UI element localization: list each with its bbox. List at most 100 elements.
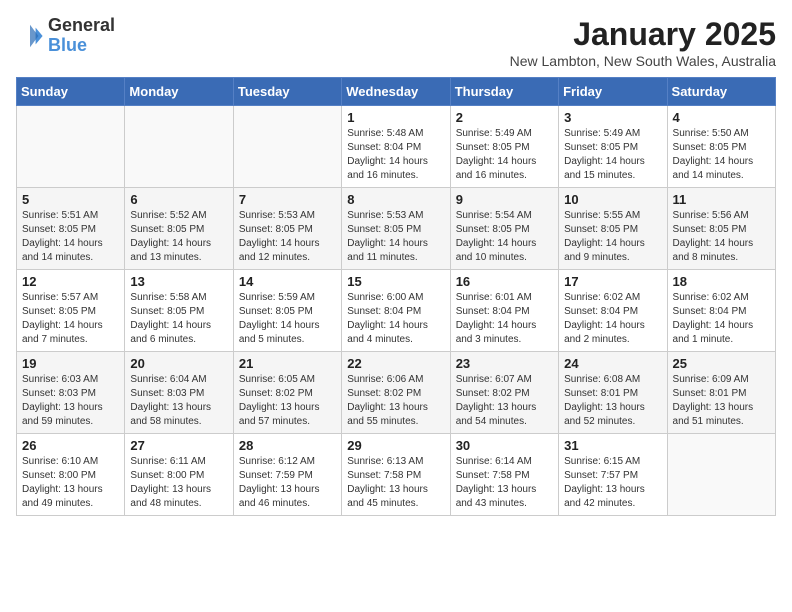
day-number: 9 [456,192,553,207]
calendar-cell: 6 Sunrise: 5:52 AM Sunset: 8:05 PM Daylig… [125,188,233,270]
calendar-cell: 3Sunrise: 5:49 AM Sunset: 8:05 PM Daylig… [559,106,667,188]
day-info: Sunrise: 6:13 AM Sunset: 7:58 PM Dayligh… [347,455,444,511]
title-block: January 2025 New Lambton, New South Wale… [510,16,776,69]
calendar-cell: 19 Sunrise: 6:03 AM Sunset: 8:03 PM Dayli… [17,352,125,434]
day-header-saturday: Saturday [667,78,775,106]
day-info: Sunrise: 5:59 AM Sunset: 8:05 PM Dayligh… [239,291,336,347]
calendar-cell: 5 Sunrise: 5:51 AM Sunset: 8:05 PM Daylig… [17,188,125,270]
day-info: Sunrise: 6:02 AM Sunset: 8:04 PM Dayligh… [673,291,770,347]
logo-icon [16,22,44,50]
day-info: Sunrise: 6:01 AM Sunset: 8:04 PM Dayligh… [456,291,553,347]
day-number: 5 [22,192,119,207]
day-number: 28 [239,438,336,453]
day-number: 6 [130,192,227,207]
calendar-header-row: SundayMondayTuesdayWednesdayThursdayFrid… [17,78,776,106]
day-header-friday: Friday [559,78,667,106]
location: New Lambton, New South Wales, Australia [510,53,776,69]
calendar-cell: 28 Sunrise: 6:12 AM Sunset: 7:59 PM Dayli… [233,434,341,516]
day-info: Sunrise: 5:54 AM Sunset: 8:05 PM Dayligh… [456,209,553,265]
calendar-cell: 2Sunrise: 5:49 AM Sunset: 8:05 PM Daylig… [450,106,558,188]
day-info: Sunrise: 6:00 AM Sunset: 8:04 PM Dayligh… [347,291,444,347]
day-number: 16 [456,274,553,289]
calendar-cell: 11Sunrise: 5:56 AM Sunset: 8:05 PM Dayli… [667,188,775,270]
day-number: 18 [673,274,770,289]
day-number: 7 [239,192,336,207]
calendar-cell: 22 Sunrise: 6:06 AM Sunset: 8:02 PM Dayli… [342,352,450,434]
day-number: 20 [130,356,227,371]
calendar-cell: 21 Sunrise: 6:05 AM Sunset: 8:02 PM Dayli… [233,352,341,434]
calendar-cell: 26 Sunrise: 6:10 AM Sunset: 8:00 PM Dayli… [17,434,125,516]
day-info: Sunrise: 6:06 AM Sunset: 8:02 PM Dayligh… [347,373,444,429]
calendar-cell: 18 Sunrise: 6:02 AM Sunset: 8:04 PM Dayli… [667,270,775,352]
day-number: 25 [673,356,770,371]
calendar-cell: 31 Sunrise: 6:15 AM Sunset: 7:57 PM Dayli… [559,434,667,516]
day-number: 24 [564,356,661,371]
calendar-week-1: 1 Sunrise: 5:48 AM Sunset: 8:04 PM Daylig… [17,106,776,188]
calendar-week-2: 5 Sunrise: 5:51 AM Sunset: 8:05 PM Daylig… [17,188,776,270]
day-number: 26 [22,438,119,453]
day-number: 29 [347,438,444,453]
month-title: January 2025 [510,16,776,53]
logo: General Blue [16,16,115,56]
day-info: Sunrise: 5:49 AM Sunset: 8:05 PM Dayligh… [456,127,553,183]
day-info: Sunrise: 5:48 AM Sunset: 8:04 PM Dayligh… [347,127,444,183]
day-header-tuesday: Tuesday [233,78,341,106]
day-info: Sunrise: 6:09 AM Sunset: 8:01 PM Dayligh… [673,373,770,429]
calendar-cell: 4 Sunrise: 5:50 AM Sunset: 8:05 PM Daylig… [667,106,775,188]
day-info: Sunrise: 6:10 AM Sunset: 8:00 PM Dayligh… [22,455,119,511]
day-number: 31 [564,438,661,453]
day-number: 27 [130,438,227,453]
day-info: Sunrise: 6:03 AM Sunset: 8:03 PM Dayligh… [22,373,119,429]
day-number: 19 [22,356,119,371]
day-number: 3 [564,110,661,125]
day-info: Sunrise: 6:11 AM Sunset: 8:00 PM Dayligh… [130,455,227,511]
calendar-cell: 12 Sunrise: 5:57 AM Sunset: 8:05 PM Dayli… [17,270,125,352]
day-info: Sunrise: 5:55 AM Sunset: 8:05 PM Dayligh… [564,209,661,265]
calendar-week-3: 12 Sunrise: 5:57 AM Sunset: 8:05 PM Dayli… [17,270,776,352]
calendar-cell: 25 Sunrise: 6:09 AM Sunset: 8:01 PM Dayli… [667,352,775,434]
calendar-cell [667,434,775,516]
page-header: General Blue January 2025 New Lambton, N… [16,16,776,69]
day-number: 13 [130,274,227,289]
day-number: 8 [347,192,444,207]
day-info: Sunrise: 5:50 AM Sunset: 8:05 PM Dayligh… [673,127,770,183]
day-info: Sunrise: 6:14 AM Sunset: 7:58 PM Dayligh… [456,455,553,511]
day-info: Sunrise: 6:04 AM Sunset: 8:03 PM Dayligh… [130,373,227,429]
day-info: Sunrise: 6:12 AM Sunset: 7:59 PM Dayligh… [239,455,336,511]
calendar-week-4: 19 Sunrise: 6:03 AM Sunset: 8:03 PM Dayli… [17,352,776,434]
calendar-cell: 27 Sunrise: 6:11 AM Sunset: 8:00 PM Dayli… [125,434,233,516]
calendar-cell: 7Sunrise: 5:53 AM Sunset: 8:05 PM Daylig… [233,188,341,270]
day-header-monday: Monday [125,78,233,106]
day-number: 1 [347,110,444,125]
day-number: 11 [673,192,770,207]
calendar-week-5: 26 Sunrise: 6:10 AM Sunset: 8:00 PM Dayli… [17,434,776,516]
day-number: 22 [347,356,444,371]
day-header-wednesday: Wednesday [342,78,450,106]
calendar-cell [17,106,125,188]
day-info: Sunrise: 6:05 AM Sunset: 8:02 PM Dayligh… [239,373,336,429]
day-number: 15 [347,274,444,289]
calendar-cell [233,106,341,188]
day-header-thursday: Thursday [450,78,558,106]
calendar-cell: 16 Sunrise: 6:01 AM Sunset: 8:04 PM Dayli… [450,270,558,352]
day-info: Sunrise: 6:15 AM Sunset: 7:57 PM Dayligh… [564,455,661,511]
calendar-cell: 9 Sunrise: 5:54 AM Sunset: 8:05 PM Daylig… [450,188,558,270]
day-info: Sunrise: 5:53 AM Sunset: 8:05 PM Dayligh… [347,209,444,265]
day-info: Sunrise: 5:51 AM Sunset: 8:05 PM Dayligh… [22,209,119,265]
day-number: 21 [239,356,336,371]
day-number: 4 [673,110,770,125]
calendar-cell: 30Sunrise: 6:14 AM Sunset: 7:58 PM Dayli… [450,434,558,516]
day-info: Sunrise: 6:02 AM Sunset: 8:04 PM Dayligh… [564,291,661,347]
calendar-table: SundayMondayTuesdayWednesdayThursdayFrid… [16,77,776,516]
day-number: 10 [564,192,661,207]
calendar-cell: 10 Sunrise: 5:55 AM Sunset: 8:05 PM Dayli… [559,188,667,270]
logo-blue-text: Blue [48,35,87,55]
day-number: 12 [22,274,119,289]
day-number: 14 [239,274,336,289]
calendar-cell: 15 Sunrise: 6:00 AM Sunset: 8:04 PM Dayli… [342,270,450,352]
day-info: Sunrise: 5:52 AM Sunset: 8:05 PM Dayligh… [130,209,227,265]
calendar-cell: 23Sunrise: 6:07 AM Sunset: 8:02 PM Dayli… [450,352,558,434]
day-info: Sunrise: 5:57 AM Sunset: 8:05 PM Dayligh… [22,291,119,347]
logo-general-text: General [48,15,115,35]
day-number: 17 [564,274,661,289]
